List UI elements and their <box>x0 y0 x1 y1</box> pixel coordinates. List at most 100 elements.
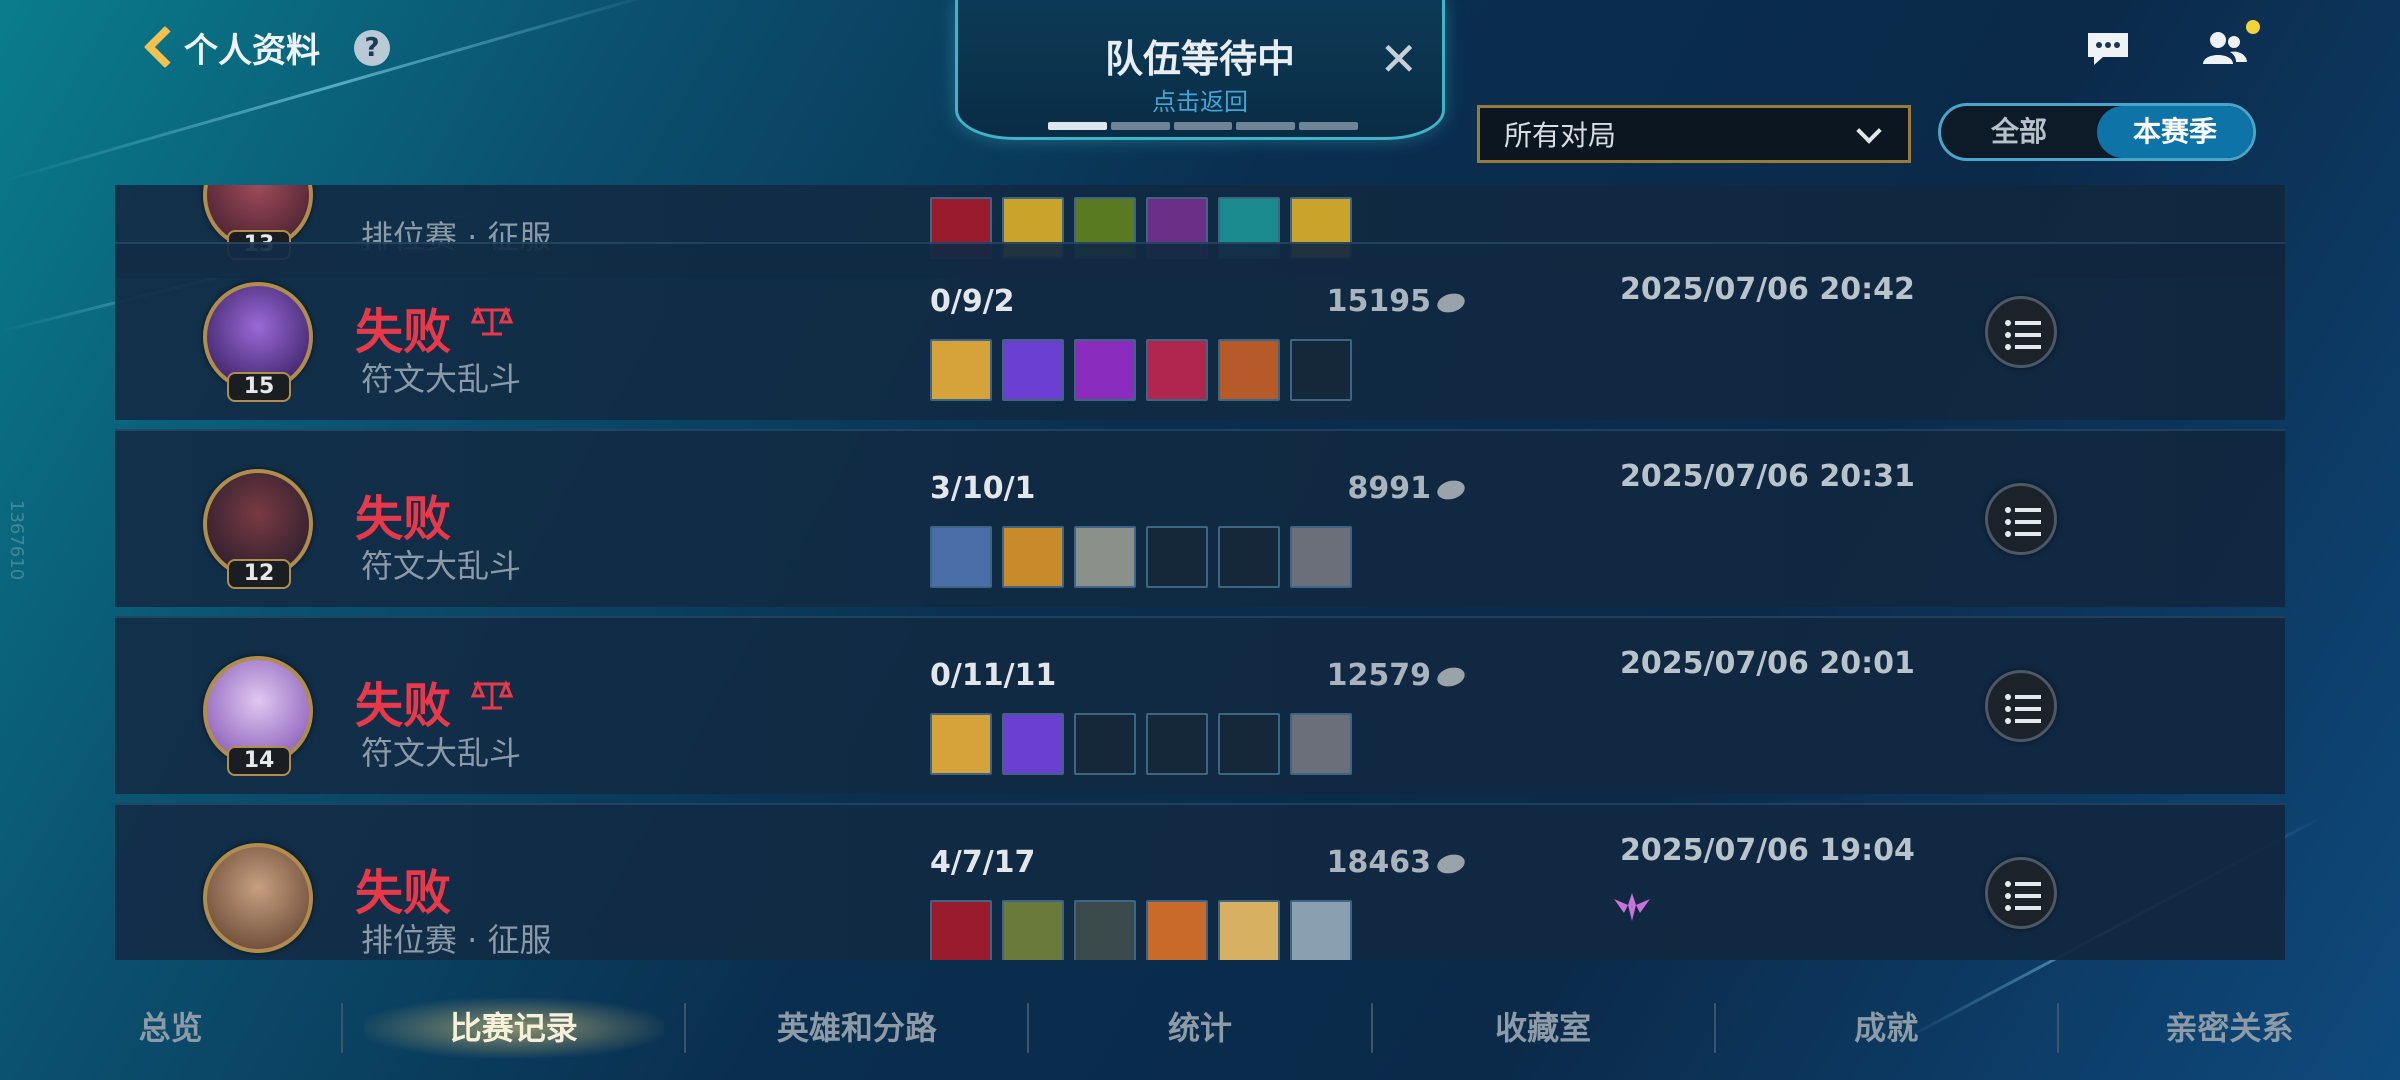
game-mode: 排位赛 · 征服 <box>361 921 552 959</box>
tab-match-history[interactable]: 比赛记录 <box>343 998 684 1058</box>
match-list[interactable]: 13 排位赛 · 征服 15 失败 符文大乱斗 0/9/2 15195 <box>115 185 2285 960</box>
match-result: 失败 <box>355 491 452 547</box>
match-row[interactable]: 15 失败 符文大乱斗 0/9/2 15195 2025/07/06 20:42 <box>115 242 2285 420</box>
trinket-slot <box>1290 713 1352 775</box>
item-slot <box>1146 900 1208 960</box>
gold-earned: 15195 <box>1220 284 1467 319</box>
champion-avatar <box>203 843 313 953</box>
item-slots <box>930 900 1352 960</box>
season-toggle[interactable]: 全部 本赛季 <box>1938 103 2256 161</box>
match-date: 2025/07/06 20:01 <box>1620 646 1915 681</box>
item-slot <box>1074 526 1136 588</box>
item-slot-empty <box>1074 713 1136 775</box>
item-slot <box>930 713 992 775</box>
game-mode: 符文大乱斗 <box>361 547 522 585</box>
list-icon <box>2005 694 2041 724</box>
queue-title: 队伍等待中 <box>1104 37 1295 81</box>
item-slot <box>930 900 992 960</box>
gold-icon <box>1435 851 1467 876</box>
page-title: 个人资料 <box>184 30 320 71</box>
item-slots <box>930 526 1352 588</box>
match-date: 2025/07/06 20:31 <box>1620 459 1915 494</box>
match-detail-button[interactable] <box>1985 483 2057 555</box>
list-icon <box>2005 881 2041 911</box>
champion-level: 12 <box>227 559 291 589</box>
item-slot <box>1002 526 1064 588</box>
item-slot <box>1002 713 1064 775</box>
tab-stats[interactable]: 统计 <box>1029 998 1370 1058</box>
friends-icon[interactable] <box>2200 28 2250 68</box>
item-slot <box>1146 339 1208 401</box>
honor-icon <box>1614 893 1650 921</box>
chat-icon[interactable] <box>2085 30 2131 68</box>
item-slot-empty <box>1146 713 1208 775</box>
match-detail-button[interactable] <box>1985 670 2057 742</box>
notification-dot <box>2246 20 2260 34</box>
item-slot-empty <box>1218 713 1280 775</box>
item-slot-empty <box>1218 526 1280 588</box>
game-mode: 符文大乱斗 <box>361 360 522 398</box>
tab-overview[interactable]: 总览 <box>0 998 341 1058</box>
tab-champions-roles[interactable]: 英雄和分路 <box>686 998 1027 1058</box>
tab-collection[interactable]: 收藏室 <box>1373 998 1714 1058</box>
champion-level: 15 <box>227 372 291 402</box>
gold-icon <box>1435 664 1467 689</box>
item-slot <box>1002 900 1064 960</box>
gold-earned: 8991 <box>1220 471 1467 506</box>
toggle-this-season[interactable]: 本赛季 <box>2097 106 2253 158</box>
item-slot <box>1074 339 1136 401</box>
queue-banner[interactable]: 队伍等待中 点击返回 ✕ <box>955 0 1445 140</box>
kda: 0/11/11 <box>930 658 1057 693</box>
item-slot <box>930 339 992 401</box>
close-icon[interactable]: ✕ <box>1379 36 1418 82</box>
match-detail-button[interactable] <box>1985 857 2057 929</box>
match-row[interactable]: 12 失败 符文大乱斗 3/10/1 8991 2025/07/06 20:31 <box>115 429 2285 607</box>
bottom-tab-bar: 总览 比赛记录 英雄和分路 统计 收藏室 成就 亲密关系 <box>0 975 2400 1080</box>
tab-achievements[interactable]: 成就 <box>1716 998 2057 1058</box>
side-id-text: 1367610 <box>6 500 27 581</box>
toggle-all[interactable]: 全部 <box>1941 106 2097 158</box>
gold-earned: 18463 <box>1220 845 1467 880</box>
tab-relationships[interactable]: 亲密关系 <box>2059 998 2400 1058</box>
champion-level: 14 <box>227 746 291 776</box>
queue-progress <box>1048 122 1358 130</box>
match-filter-dropdown[interactable]: 所有对局 <box>1477 105 1911 163</box>
list-icon <box>2005 320 2041 350</box>
list-icon <box>2005 507 2041 537</box>
match-result: 失败 <box>355 678 452 734</box>
gold-icon <box>1435 290 1467 315</box>
item-slot-empty <box>1290 339 1352 401</box>
item-slot <box>1218 900 1280 960</box>
help-icon[interactable]: ? <box>354 30 390 66</box>
balance-scale-icon <box>470 680 514 710</box>
trinket-slot <box>1290 526 1352 588</box>
match-row[interactable]: 失败 排位赛 · 征服 4/7/17 18463 2025/07/06 19:0… <box>115 803 2285 960</box>
kda: 3/10/1 <box>930 471 1036 506</box>
queue-return-link[interactable]: 点击返回 <box>958 82 1442 117</box>
filter-selected-label: 所有对局 <box>1504 119 1617 152</box>
match-date: 2025/07/06 20:42 <box>1620 272 1915 307</box>
light-streak <box>0 0 674 183</box>
kda: 4/7/17 <box>930 845 1036 880</box>
item-slot-empty <box>1146 526 1208 588</box>
match-result: 失败 <box>355 865 452 921</box>
item-slots <box>930 713 1352 775</box>
match-date: 2025/07/06 19:04 <box>1620 833 1915 868</box>
kda: 0/9/2 <box>930 284 1015 319</box>
game-mode: 符文大乱斗 <box>361 734 522 772</box>
item-slot <box>1002 339 1064 401</box>
chevron-down-icon <box>1856 118 1882 144</box>
chevron-left-icon <box>140 22 174 72</box>
trinket-slot <box>1290 900 1352 960</box>
match-result: 失败 <box>355 304 452 360</box>
item-slot <box>1218 339 1280 401</box>
gold-icon <box>1435 477 1467 502</box>
back-button[interactable]: 个人资料 <box>140 22 320 72</box>
match-detail-button[interactable] <box>1985 296 2057 368</box>
balance-scale-icon <box>470 306 514 336</box>
item-slots <box>930 339 1352 401</box>
match-row[interactable]: 14 失败 符文大乱斗 0/11/11 12579 2025/07/06 20:… <box>115 616 2285 794</box>
item-slot <box>930 526 992 588</box>
item-slot <box>1074 900 1136 960</box>
gold-earned: 12579 <box>1220 658 1467 693</box>
